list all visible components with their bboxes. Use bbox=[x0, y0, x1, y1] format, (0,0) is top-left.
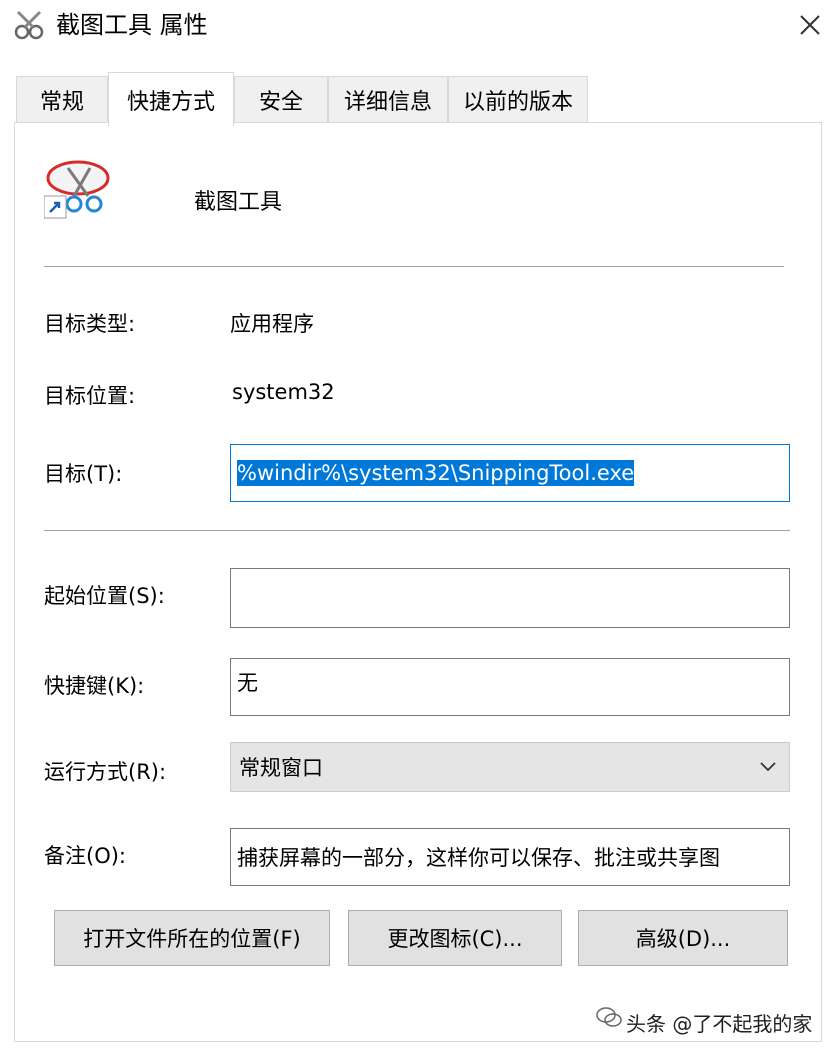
target-type-value: 应用程序 bbox=[230, 312, 314, 336]
comment-input[interactable]: 捕获屏幕的一部分，这样你可以保存、批注或共享图 bbox=[230, 828, 790, 886]
divider bbox=[44, 530, 790, 531]
close-button[interactable] bbox=[780, 0, 840, 50]
target-label: 目标(T): bbox=[44, 462, 123, 486]
tab-details[interactable]: 详细信息 bbox=[328, 76, 448, 122]
open-file-location-button[interactable]: 打开文件所在的位置(F) bbox=[54, 910, 330, 966]
window-title: 截图工具 属性 bbox=[56, 11, 208, 39]
close-icon bbox=[800, 15, 820, 35]
target-location-label: 目标位置: bbox=[44, 384, 136, 408]
scissors-icon bbox=[12, 10, 46, 42]
wechat-icon bbox=[596, 1006, 622, 1028]
advanced-button[interactable]: 高级(D)... bbox=[578, 910, 788, 966]
divider bbox=[44, 266, 784, 267]
tab-previous-versions[interactable]: 以前的版本 bbox=[448, 76, 588, 122]
target-input-text: %windir%\system32\SnippingTool.exe bbox=[237, 460, 635, 486]
watermark-text: 头条 @了不起我的家 bbox=[626, 1012, 813, 1036]
tab-security[interactable]: 安全 bbox=[234, 76, 328, 122]
start-in-input[interactable] bbox=[230, 568, 790, 628]
run-select[interactable]: 常规窗口 bbox=[230, 742, 790, 792]
run-label: 运行方式(R): bbox=[44, 760, 167, 784]
start-in-label: 起始位置(S): bbox=[44, 584, 165, 608]
snipping-tool-icon bbox=[43, 156, 114, 222]
change-icon-button[interactable]: 更改图标(C)... bbox=[348, 910, 562, 966]
shortcut-name: 截图工具 bbox=[194, 190, 283, 215]
chevron-down-icon bbox=[760, 762, 776, 772]
tab-shortcut[interactable]: 快捷方式 bbox=[108, 72, 234, 126]
tab-general[interactable]: 常规 bbox=[16, 76, 108, 122]
hotkey-label: 快捷键(K): bbox=[44, 674, 145, 698]
run-select-value: 常规窗口 bbox=[239, 756, 323, 780]
hotkey-input[interactable]: 无 bbox=[230, 658, 790, 716]
target-type-label: 目标类型: bbox=[44, 312, 136, 336]
comment-label: 备注(O): bbox=[44, 844, 126, 868]
target-input[interactable]: %windir%\system32\SnippingTool.exe bbox=[230, 444, 790, 502]
target-location-value: system32 bbox=[232, 380, 335, 404]
title-bar: 截图工具 属性 bbox=[0, 0, 840, 52]
